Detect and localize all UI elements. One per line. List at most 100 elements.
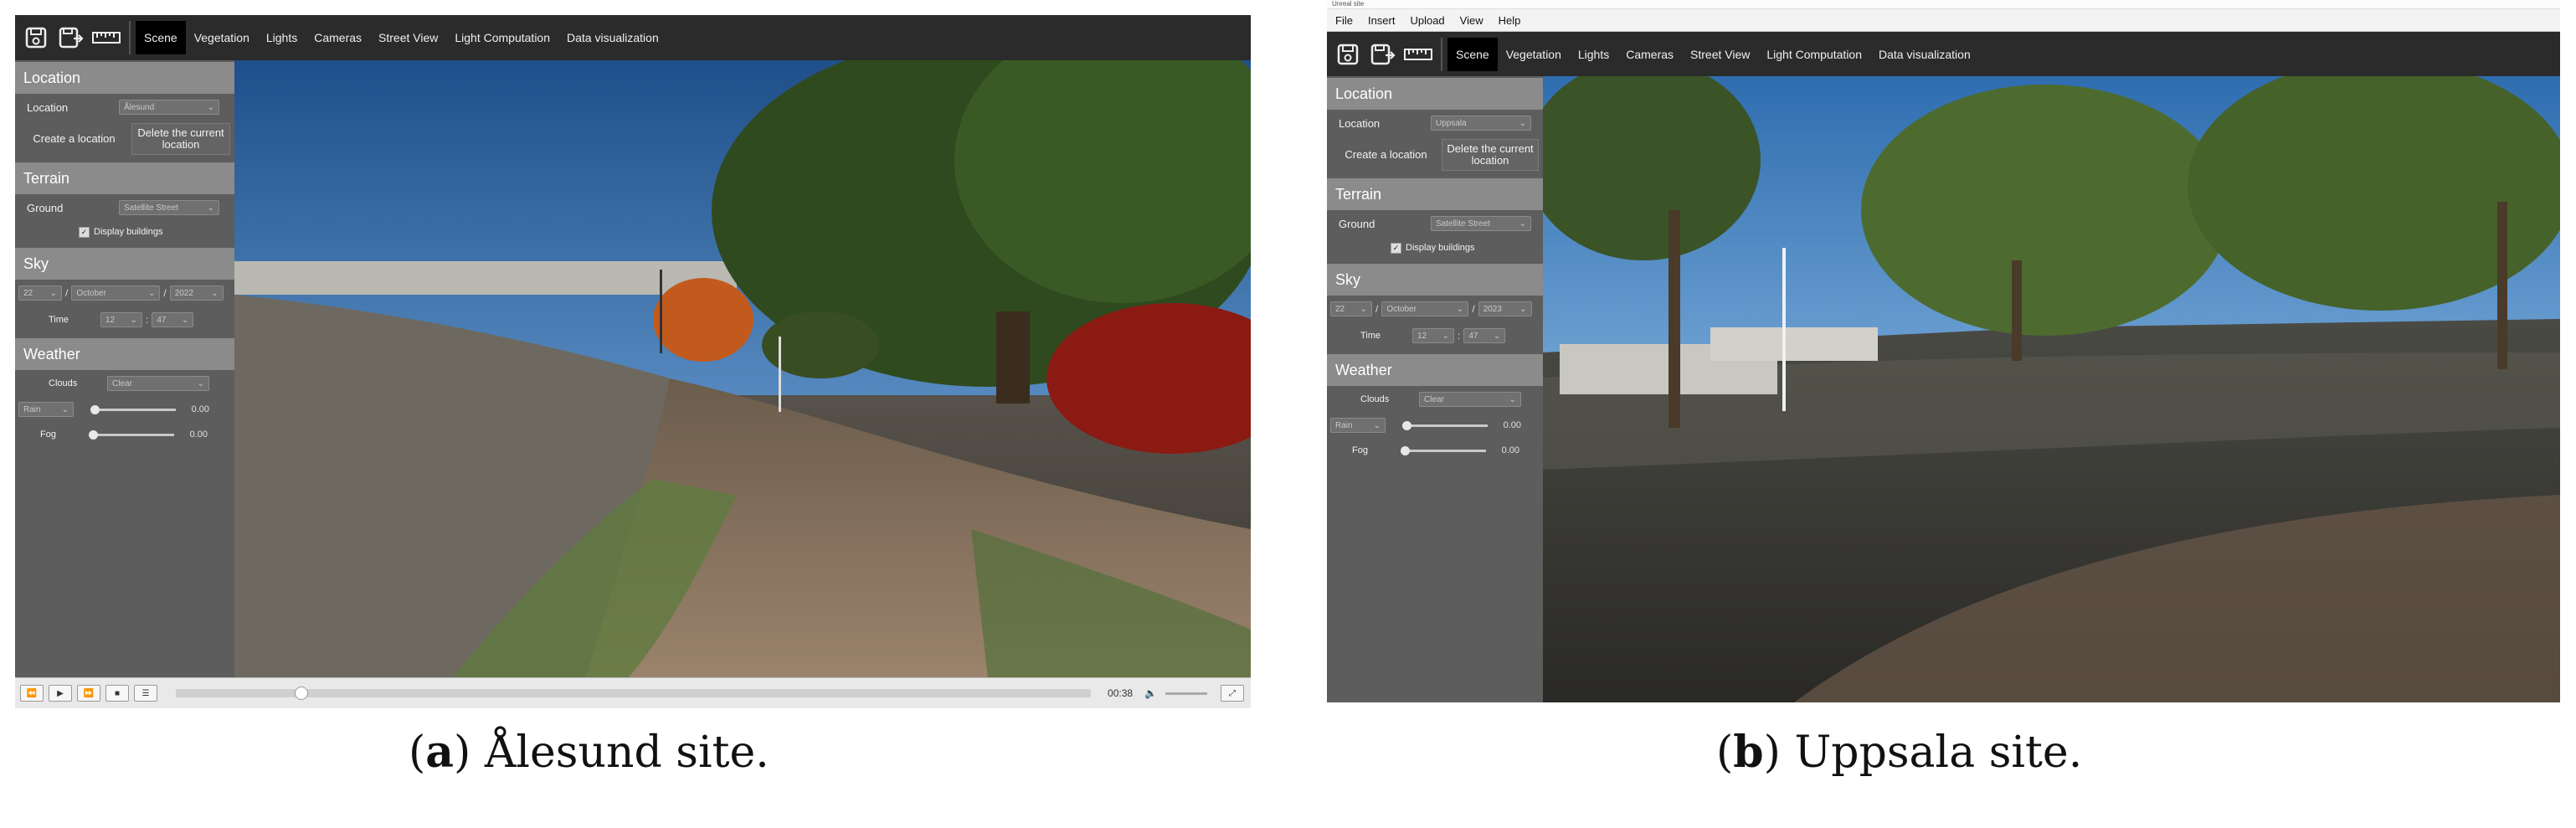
ruler-icon[interactable] — [1404, 40, 1432, 69]
tab-street-view[interactable]: Street View — [1682, 38, 1758, 71]
month-dropdown[interactable]: October ⌄ — [1381, 301, 1469, 316]
create-location-button[interactable]: Create a location — [22, 123, 126, 155]
location-label: Location — [1339, 116, 1381, 130]
play-button[interactable]: ▶ — [49, 685, 72, 702]
location-dropdown[interactable]: Uppsala ⌄ — [1431, 116, 1531, 131]
ruler-icon[interactable] — [92, 23, 121, 52]
clouds-dropdown[interactable]: Clear ⌄ — [107, 376, 209, 391]
hour-value: 12 — [1417, 331, 1427, 341]
ground-dropdown[interactable]: Satellite Street ⌄ — [1431, 216, 1531, 231]
fog-slider[interactable] — [1401, 445, 1486, 455]
clouds-label: Clouds — [1360, 394, 1390, 404]
location-label: Location — [27, 100, 69, 114]
minute-dropdown[interactable]: 47 ⌄ — [1463, 328, 1506, 343]
month-dropdown[interactable]: October ⌄ — [71, 285, 161, 301]
minute-dropdown[interactable]: 47 ⌄ — [152, 312, 194, 327]
day-dropdown[interactable]: 22 ⌄ — [18, 285, 62, 301]
delete-location-button[interactable]: Delete the current location — [131, 123, 230, 155]
toolbar-separator — [1441, 38, 1442, 71]
rain-slider[interactable] — [90, 404, 176, 414]
minute-value: 47 — [1468, 331, 1478, 341]
day-dropdown[interactable]: 22 ⌄ — [1330, 301, 1372, 316]
time-label: Time — [1360, 331, 1381, 341]
rain-dropdown[interactable]: Rain ⌄ — [1330, 418, 1386, 433]
volume-icon[interactable]: 🔈 — [1144, 687, 1157, 699]
chevron-down-icon: ⌄ — [1509, 394, 1516, 404]
main-area: Location Location Ålesund ⌄ Create a loca… — [15, 60, 1251, 678]
tab-light-computation[interactable]: Light Computation — [1758, 38, 1870, 71]
location-dropdown[interactable]: Ålesund ⌄ — [119, 100, 219, 115]
create-location-button[interactable]: Create a location — [1334, 139, 1438, 171]
menu-insert[interactable]: Insert — [1368, 14, 1396, 27]
chevron-down-icon: ⌄ — [147, 288, 156, 298]
3d-viewport-alesund[interactable] — [234, 60, 1251, 678]
terrain-header: Terrain — [1327, 178, 1543, 210]
tab-street-view[interactable]: Street View — [370, 21, 446, 54]
tab-cameras[interactable]: Cameras — [306, 21, 370, 54]
month-value: October — [76, 288, 106, 298]
fog-slider[interactable] — [89, 429, 174, 440]
tab-scene[interactable]: Scene — [1447, 38, 1498, 71]
menu-view[interactable]: View — [1460, 14, 1483, 27]
time-label: Time — [49, 315, 69, 325]
rain-dropdown[interactable]: Rain ⌄ — [18, 402, 74, 417]
chevron-down-icon: ⌄ — [1373, 420, 1381, 430]
sky-header: Sky — [15, 248, 234, 280]
fast-forward-button[interactable]: ⏩ — [77, 685, 100, 702]
date-separator: / — [1375, 303, 1379, 315]
display-buildings-checkbox[interactable]: ✓ — [79, 226, 90, 238]
tab-vegetation[interactable]: Vegetation — [186, 21, 258, 54]
menu-help[interactable]: Help — [1499, 14, 1521, 27]
rain-value: 0.00 — [191, 404, 209, 414]
hour-dropdown[interactable]: 12 ⌄ — [1412, 328, 1454, 343]
playlist-button[interactable]: ☰ — [134, 685, 157, 702]
menu-file[interactable]: File — [1335, 14, 1353, 27]
save-icon[interactable] — [22, 23, 50, 52]
rain-slider-knob[interactable] — [90, 404, 100, 414]
chevron-down-icon: ⌄ — [1442, 331, 1449, 341]
tab-light-computation[interactable]: Light Computation — [446, 21, 558, 54]
year-dropdown[interactable]: 2022 ⌄ — [169, 285, 224, 301]
fog-slider-knob[interactable] — [1401, 445, 1410, 455]
volume-slider[interactable] — [1165, 692, 1207, 695]
progress-knob[interactable] — [295, 687, 309, 700]
chevron-down-icon: ⌄ — [207, 102, 214, 112]
toolbar-separator — [129, 21, 131, 54]
menu-upload[interactable]: Upload — [1410, 14, 1444, 27]
ground-dropdown-value: Satellite Street — [124, 203, 179, 213]
display-buildings-checkbox[interactable]: ✓ — [1391, 242, 1401, 254]
caption-a-text: ) Ålesund site. — [454, 728, 769, 778]
time-separator: : — [146, 314, 149, 326]
save-as-icon[interactable] — [57, 23, 85, 52]
save-as-icon[interactable] — [1369, 40, 1397, 69]
location-header: Location — [15, 62, 234, 94]
fog-label: Fog — [40, 429, 56, 440]
tab-vegetation[interactable]: Vegetation — [1498, 38, 1570, 71]
rain-slider[interactable] — [1402, 420, 1488, 430]
rewind-button[interactable]: ⏪ — [20, 685, 44, 702]
ground-dropdown[interactable]: Satellite Street ⌄ — [119, 200, 219, 215]
display-buildings-label: Display buildings — [94, 227, 163, 237]
progress-track[interactable] — [176, 687, 1092, 700]
hour-dropdown[interactable]: 12 ⌄ — [100, 312, 142, 327]
time-separator: : — [1458, 330, 1461, 342]
sky-header: Sky — [1327, 264, 1543, 296]
rain-slider-knob[interactable] — [1402, 420, 1411, 430]
tab-lights[interactable]: Lights — [258, 21, 306, 54]
save-icon[interactable] — [1334, 40, 1362, 69]
tab-cameras[interactable]: Cameras — [1617, 38, 1682, 71]
fog-slider-knob[interactable] — [89, 429, 98, 440]
clouds-dropdown[interactable]: Clear ⌄ — [1419, 392, 1521, 407]
fullscreen-icon[interactable]: ⤢ — [1221, 685, 1244, 702]
tab-lights[interactable]: Lights — [1570, 38, 1617, 71]
tab-data-visualization[interactable]: Data visualization — [558, 21, 667, 54]
panel-a-screenshot: Scene Vegetation Lights Cameras Street V… — [15, 15, 1251, 708]
terrain-header: Terrain — [15, 162, 234, 194]
delete-location-button[interactable]: Delete the current location — [1442, 139, 1539, 171]
tab-scene[interactable]: Scene — [136, 21, 186, 54]
stop-button[interactable]: ■ — [105, 685, 129, 702]
year-dropdown[interactable]: 2023 ⌄ — [1478, 301, 1532, 316]
3d-viewport-uppsala[interactable] — [1543, 76, 2560, 702]
window-title: Unreal site — [1327, 0, 2560, 9]
tab-data-visualization[interactable]: Data visualization — [1870, 38, 1979, 71]
